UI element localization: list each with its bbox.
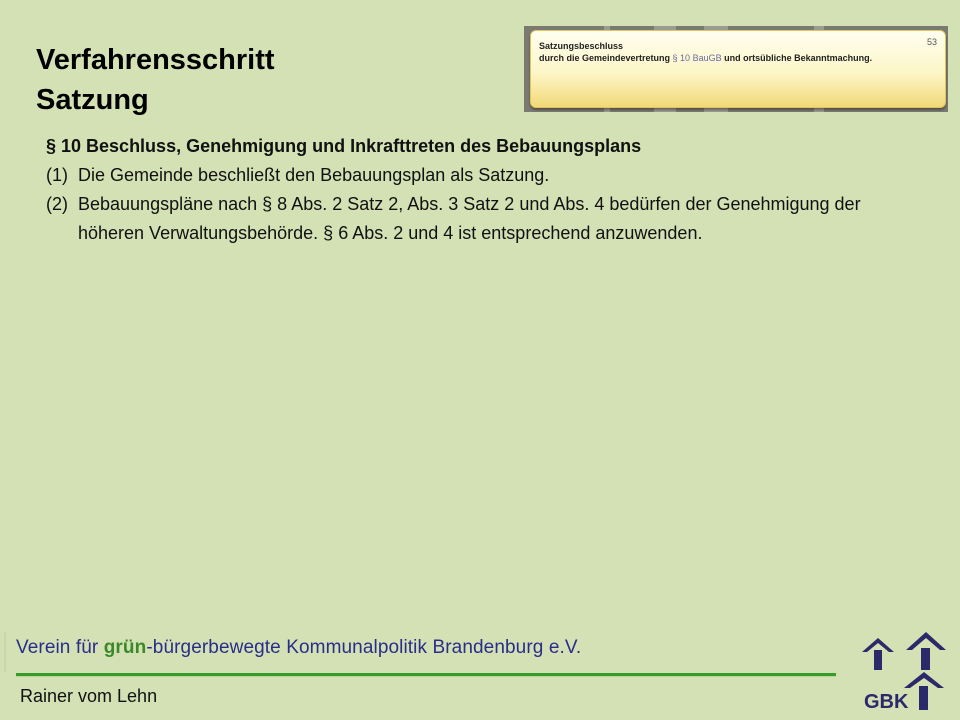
slide-content: § 10 Beschluss, Genehmigung und Inkraftt… — [46, 132, 906, 248]
content-item-2: (2) Bebauungspläne nach § 8 Abs. 2 Satz 2… — [46, 190, 906, 248]
slide-title-line1: Verfahrensschritt — [36, 44, 275, 76]
slide-title-line2: Satzung — [36, 84, 149, 116]
content-heading: § 10 Beschluss, Genehmigung und Inkraftt… — [46, 136, 642, 156]
item-text: Die Gemeinde beschließt den Bebauungspla… — [78, 165, 550, 185]
footer-organization: Verein für grün-bürgerbewegte Kommunalpo… — [16, 637, 582, 658]
footer-author: Rainer vom Lehn — [20, 686, 158, 706]
gbk-logo: GBK — [862, 632, 946, 713]
content-item-1: (1) Die Gemeinde beschließt den Bebauungs… — [46, 161, 906, 190]
item-number: (1) — [46, 165, 68, 185]
item-number: (2) — [46, 194, 68, 214]
item-text: Bebauungspläne nach § 8 Abs. 2 Satz 2, A… — [78, 194, 861, 243]
slide-thumbnail: Satzungsbeschluss durch die Gemeindevert… — [524, 26, 948, 112]
thumbnail-page-number: 53 — [926, 37, 937, 47]
slide-title: Verfahrensschritt Satzung — [36, 40, 275, 120]
thumbnail-subtitle-ref: § 10 BauGB — [672, 53, 722, 63]
gbk-logo-text: GBK — [864, 691, 909, 713]
footer-divider-shadow — [16, 676, 836, 677]
left-margin-mark — [4, 632, 6, 672]
thumbnail-card: Satzungsbeschluss durch die Gemeindevert… — [530, 30, 946, 108]
thumbnail-title: Satzungsbeschluss — [539, 41, 624, 51]
footer-organization-highlight: grün — [103, 637, 147, 658]
thumbnail-subtitle: durch die Gemeindevertretung § 10 BauGB … — [539, 53, 873, 63]
